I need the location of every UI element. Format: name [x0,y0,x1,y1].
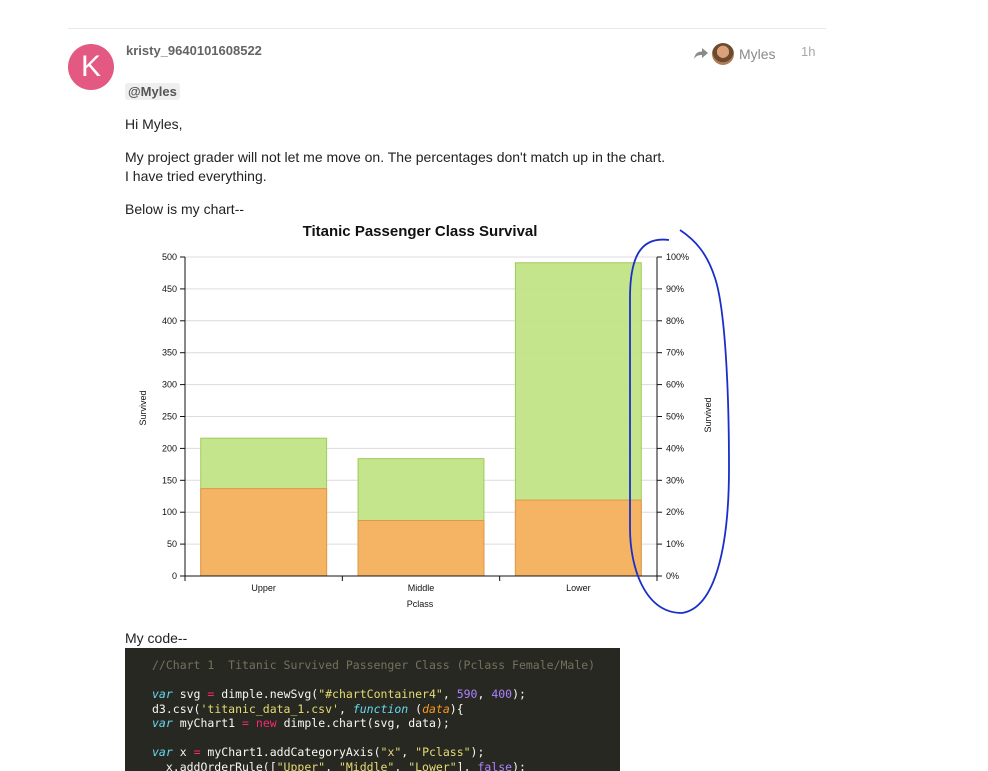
y2-tick-label: 90% [666,284,684,294]
post-divider [68,28,826,29]
code-block[interactable]: //Chart 1 Titanic Survived Passenger Cla… [125,648,620,771]
code-line: var svg = dimple.newSvg("#chartContainer… [152,687,526,701]
chart-image[interactable]: Titanic Passenger Class Survival 0 50 100 1… [125,218,735,618]
reply-avatar [712,43,734,65]
message-line-2: I have tried everything. [125,168,267,184]
message-line-1: My project grader will not let me move o… [125,149,666,165]
code-line: var x = myChart1.addCategoryAxis("x", "P… [152,745,485,759]
y-tick-label: 300 [162,380,177,390]
post-username[interactable]: kristy_9640101608522 [126,43,262,58]
bar [514,499,642,577]
avatar[interactable]: K [68,44,114,90]
y-axis-label: Survived [138,390,148,425]
bar [200,488,328,577]
chart-title: Titanic Passenger Class Survival [303,223,538,240]
y-tick-label: 450 [162,284,177,294]
y-tick-label: 350 [162,348,177,358]
y2-axis-label: Survived [703,397,713,432]
code-line: //Chart 1 Titanic Survived Passenger Cla… [152,658,596,672]
y-tick-label: 100 [162,507,177,517]
x-tick-label: Lower [566,583,591,593]
chart-intro-text: Below is my chart-- [125,201,245,217]
post-age[interactable]: 1h [801,44,815,59]
x-tick-label: Upper [251,583,276,593]
greeting-text: Hi Myles, [125,116,183,132]
y-tick-label: 250 [162,412,177,422]
y-tick-label: 200 [162,443,177,453]
y2-tick-label: 100% [666,252,689,262]
code-content: //Chart 1 Titanic Survived Passenger Cla… [125,648,620,771]
x-axis-label: Pclass [407,599,434,609]
code-line: d3.csv('titanic_data_1.csv', function (d… [152,701,464,716]
code-line: var myChart1 = new dimple.chart(svg, dat… [152,716,450,730]
mention-link[interactable]: @Myles [125,83,180,100]
reply-to-link[interactable]: Myles [694,42,776,66]
y2-tick-label: 10% [666,539,684,549]
y2-tick-label: 50% [666,412,684,422]
y2-tick-label: 60% [666,380,684,390]
chart-bars [200,262,642,577]
y-tick-label: 50 [167,539,177,549]
y-tick-label: 150 [162,475,177,485]
y2-tick-label: 80% [666,316,684,326]
y2-tick-label: 70% [666,348,684,358]
y-tick-label: 0 [172,571,177,581]
y2-tick-label: 20% [666,507,684,517]
code-line: x.addOrderRule(["Upper", "Middle", "Lowe… [152,759,526,771]
y2-tick-label: 0% [666,571,679,581]
reply-to-name: Myles [739,46,776,62]
y-tick-label: 400 [162,316,177,326]
y2-tick-label: 40% [666,443,684,453]
bar [357,519,485,577]
y-tick-label: 500 [162,252,177,262]
x-tick-label: Middle [408,583,435,593]
code-intro-text: My code-- [125,630,188,646]
reply-arrow-icon [694,48,708,59]
y2-tick-label: 30% [666,475,684,485]
